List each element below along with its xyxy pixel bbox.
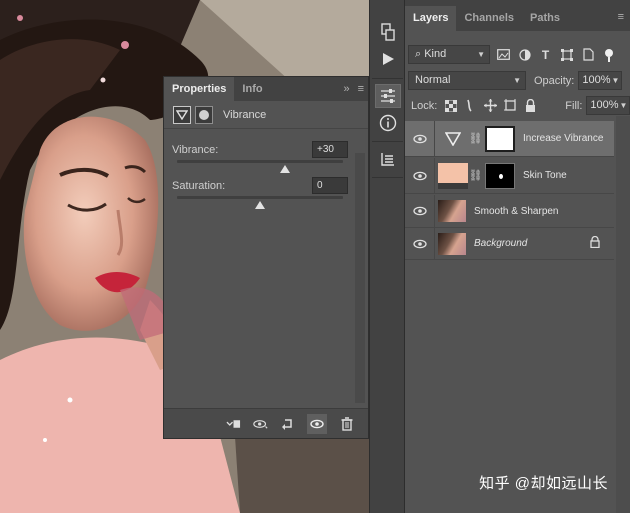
properties-tab-bar: Properties Info » ≡: [164, 77, 368, 101]
collapse-panel-icon[interactable]: »: [343, 77, 349, 101]
layer-name: Background: [474, 238, 528, 249]
layer-row-smooth-sharpen[interactable]: Smooth & Sharpen: [405, 195, 614, 228]
properties-footer: [164, 408, 368, 438]
properties-panel: Properties Info » ≡ Vibrance Vibrance: +…: [163, 76, 369, 439]
properties-scrollbar[interactable]: [355, 153, 365, 403]
chevron-down-icon: ▼: [513, 76, 521, 85]
saturation-label: Saturation:: [172, 180, 226, 192]
chain-link-icon[interactable]: ⛓: [469, 169, 483, 182]
lock-position-icon[interactable]: [484, 99, 498, 112]
panel-dock: [369, 0, 405, 513]
tab-channels[interactable]: Channels: [456, 6, 522, 31]
saturation-slider-group: Saturation: 0: [172, 177, 348, 209]
layer-comps-icon[interactable]: [375, 147, 401, 171]
saturation-value-field[interactable]: 0: [312, 177, 348, 194]
reset-icon[interactable]: [280, 416, 295, 431]
eye-visibility-icon[interactable]: [405, 206, 434, 216]
search-icon: ⌕: [415, 48, 425, 60]
eye-visibility-icon[interactable]: [405, 134, 434, 144]
layer-filter-row: ⌕ Kind ▼ T: [408, 45, 616, 64]
photo-thumbnail[interactable]: [438, 232, 466, 255]
tab-paths[interactable]: Paths: [522, 6, 568, 31]
chevron-down-icon: ▼: [477, 50, 485, 59]
panel-menu-icon[interactable]: ≡: [618, 11, 624, 23]
chevron-down-icon: ▼: [619, 101, 628, 110]
solid-color-fill-thumbnail[interactable]: [438, 162, 468, 189]
layer-mask-thumbnail[interactable]: [485, 125, 515, 152]
adjustment-title: Vibrance: [223, 108, 267, 121]
adjustment-header: Vibrance: [164, 101, 368, 129]
lock-image-pixels-icon[interactable]: [464, 99, 477, 112]
visibility-icon[interactable]: [307, 413, 327, 434]
clip-to-layer-icon[interactable]: [226, 416, 241, 431]
tab-layers[interactable]: Layers: [405, 6, 457, 31]
layer-mask-thumbnail[interactable]: [485, 162, 515, 189]
type-filter-icon[interactable]: T: [538, 48, 553, 62]
play-icon[interactable]: [375, 47, 401, 71]
vibrance-label: Vibrance:: [172, 144, 219, 156]
fill-label: Fill:: [565, 99, 583, 112]
layer-row-skin-tone[interactable]: ⛓ Skin Tone: [405, 158, 614, 194]
vibrance-adjustment-thumbnail: [438, 126, 468, 152]
chevron-down-icon: ▼: [611, 76, 620, 85]
layers-tab-bar: Layers Channels Paths ≡: [405, 0, 630, 31]
fill-field[interactable]: 100% ▼: [586, 96, 630, 115]
layer-name: Increase Vibrance: [523, 133, 604, 144]
saturation-slider-track[interactable]: [177, 196, 343, 199]
photo-thumbnail[interactable]: [438, 200, 466, 222]
saturation-slider-thumb[interactable]: [255, 201, 265, 209]
layers-panel: Layers Channels Paths ≡ ⌕ Kind ▼ T Norma…: [405, 0, 630, 513]
info-icon[interactable]: [375, 111, 401, 135]
layer-mask-icon[interactable]: [195, 105, 213, 124]
filter-toggle-icon[interactable]: [601, 48, 616, 62]
opacity-label: Opacity:: [534, 74, 575, 87]
layers-scrollbar[interactable]: [616, 116, 630, 513]
layer-row-background[interactable]: Background: [405, 228, 614, 260]
vibrance-triangle-icon[interactable]: [173, 105, 191, 124]
filter-kind-dropdown[interactable]: ⌕ Kind ▼: [408, 45, 490, 64]
fill-value: 100%: [590, 99, 619, 111]
layer-name: Smooth & Sharpen: [474, 205, 559, 217]
eye-visibility-icon[interactable]: [405, 171, 434, 181]
watermark: 知乎 @却如远山长: [479, 475, 608, 492]
blend-opacity-row: Normal ▼ Opacity: 100% ▼: [408, 71, 623, 90]
adjustment-filter-icon[interactable]: [517, 48, 532, 61]
history-icon[interactable]: [375, 20, 401, 44]
chain-link-icon[interactable]: ⛓: [469, 132, 483, 145]
lock-icon[interactable]: [590, 235, 600, 251]
tab-info[interactable]: Info: [234, 77, 270, 101]
lock-transparent-pixels-icon[interactable]: [444, 99, 457, 112]
vibrance-slider-group: Vibrance: +30: [172, 141, 348, 173]
filter-kind-label: Kind: [424, 48, 447, 60]
vibrance-slider-track[interactable]: [177, 160, 343, 163]
panel-menu-icon[interactable]: ≡: [358, 77, 364, 101]
vibrance-value-field[interactable]: +30: [312, 141, 348, 158]
layer-row-increase-vibrance[interactable]: ⛓ Increase Vibrance: [405, 121, 614, 157]
opacity-field[interactable]: 100% ▼: [578, 71, 623, 90]
blend-mode-value: Normal: [415, 74, 451, 86]
lock-label: Lock:: [411, 99, 438, 112]
tab-properties[interactable]: Properties: [164, 77, 235, 101]
smart-object-filter-icon[interactable]: [580, 48, 595, 61]
delete-icon[interactable]: [339, 416, 354, 431]
vibrance-slider-thumb[interactable]: [279, 165, 290, 173]
eye-visibility-icon[interactable]: [405, 239, 434, 249]
view-previous-icon[interactable]: [253, 416, 268, 431]
lock-fill-row: Lock: Fill: 100% ▼: [408, 96, 630, 115]
layer-name: Skin Tone: [523, 170, 567, 181]
opacity-value: 100%: [582, 74, 611, 86]
lock-artboard-icon[interactable]: [504, 99, 517, 112]
adjustments-properties-icon[interactable]: [375, 84, 401, 108]
blend-mode-dropdown[interactable]: Normal ▼: [408, 71, 526, 90]
pixel-filter-icon[interactable]: [496, 48, 511, 61]
shape-filter-icon[interactable]: [559, 48, 574, 61]
lock-all-icon[interactable]: [524, 99, 537, 112]
